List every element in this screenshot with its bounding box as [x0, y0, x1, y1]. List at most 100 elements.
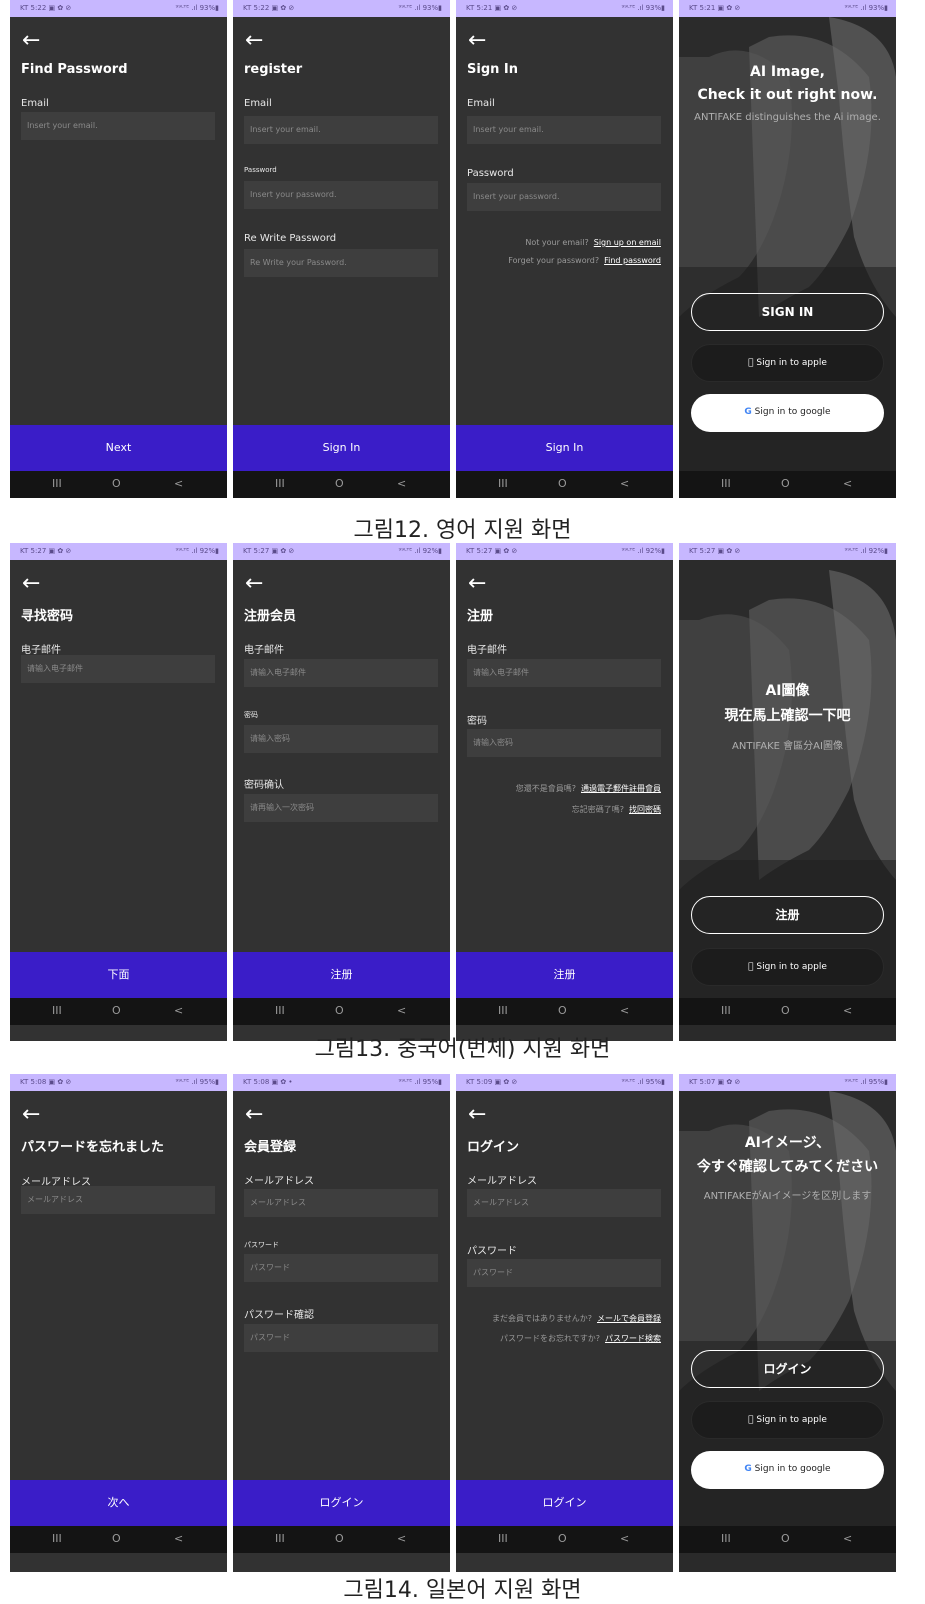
confirm-password-input[interactable]: 请再输入一次密码 [244, 794, 438, 822]
home-icon[interactable]: O [558, 477, 567, 490]
find-password-link[interactable]: Find password [604, 256, 661, 265]
email-input[interactable]: メールアドレス [244, 1189, 438, 1217]
sign-in-google-button[interactable]: G Sign in to google [691, 394, 884, 432]
sign-up-link[interactable]: メールで会員登録 [597, 1314, 661, 1323]
sign-up-link[interactable]: 通過電子郵件註冊會員 [581, 784, 661, 793]
back-nav-icon[interactable]: < [397, 1532, 406, 1545]
login-button[interactable]: ログイン [691, 1350, 884, 1388]
password-input[interactable]: パスワード [467, 1259, 661, 1287]
sign-in-button[interactable]: 注册 [456, 952, 673, 998]
back-arrow-icon[interactable]: ← [468, 30, 486, 52]
home-icon[interactable]: O [112, 1532, 121, 1545]
email-input[interactable]: Insert your email. [21, 112, 215, 140]
password-input[interactable]: パスワード [244, 1254, 438, 1282]
status-battery: ⁹⁹ᴸᵀᴱ .ıl 95%▮ [844, 1078, 888, 1086]
home-icon[interactable]: O [558, 1532, 567, 1545]
phone-register: KT 5:08 ▣ ✿ • ⁹⁹ᴸᵀᴱ .ıl 95%▮ ← 会員登録 メールアド… [233, 1074, 450, 1572]
back-arrow-icon[interactable]: ← [468, 573, 486, 595]
back-arrow-icon[interactable]: ← [22, 573, 40, 595]
back-arrow-icon[interactable]: ← [245, 30, 263, 52]
home-icon[interactable]: O [335, 1532, 344, 1545]
email-input[interactable]: 请输入电子邮件 [21, 655, 215, 683]
sign-in-apple-button[interactable]:  Sign in to apple [691, 948, 884, 986]
back-arrow-icon[interactable]: ← [245, 573, 263, 595]
status-time: KT 5:09 ▣ ✿ ⊘ [466, 1078, 518, 1086]
sign-in-button[interactable]: Sign In [456, 425, 673, 471]
back-nav-icon[interactable]: < [174, 1532, 183, 1545]
back-arrow-icon[interactable]: ← [22, 1104, 40, 1126]
page-title: Find Password [21, 62, 128, 77]
system-nav-bar: III O < [233, 1526, 450, 1553]
back-nav-icon[interactable]: < [174, 477, 183, 490]
recents-icon[interactable]: III [721, 477, 731, 490]
sign-up-link[interactable]: Sign up on email [594, 238, 661, 247]
confirm-password-input[interactable]: パスワード [244, 1324, 438, 1352]
recents-icon[interactable]: III [275, 477, 285, 490]
back-nav-icon[interactable]: < [843, 1004, 852, 1017]
home-icon[interactable]: O [781, 477, 790, 490]
sign-in-apple-button[interactable]:  Sign in to apple [691, 1401, 884, 1439]
sign-in-apple-button[interactable]:  Sign in to apple [691, 344, 884, 382]
sign-in-button[interactable]: SIGN IN [691, 293, 884, 331]
password-input[interactable]: 请输入密码 [244, 725, 438, 753]
sign-in-google-button[interactable]: G Sign in to google [691, 1451, 884, 1489]
back-arrow-icon[interactable]: ← [468, 1104, 486, 1126]
recents-icon[interactable]: III [52, 1004, 62, 1017]
recents-icon[interactable]: III [721, 1004, 731, 1017]
home-icon[interactable]: O [112, 477, 121, 490]
back-nav-icon[interactable]: < [843, 477, 852, 490]
next-button[interactable]: Next [10, 425, 227, 471]
recents-icon[interactable]: III [498, 477, 508, 490]
password-label: 密码 [467, 716, 487, 727]
email-input[interactable]: 请输入电子邮件 [467, 659, 661, 687]
login-button[interactable]: ログイン [233, 1480, 450, 1526]
account-links: Not your email? Sign up on email Forget y… [508, 234, 661, 270]
page-title: Sign In [467, 62, 518, 77]
back-arrow-icon[interactable]: ← [245, 1104, 263, 1126]
home-icon[interactable]: O [112, 1004, 121, 1017]
google-button-label: Sign in to google [754, 407, 831, 417]
email-input[interactable]: メールアドレス [467, 1189, 661, 1217]
home-icon[interactable]: O [335, 477, 344, 490]
status-bar: KT 5:08 ▣ ✿ ⊘ ⁹⁹ᴸᵀᴱ .ıl 95%▮ [10, 1074, 227, 1091]
email-input[interactable]: メールアドレス [21, 1186, 215, 1214]
back-nav-icon[interactable]: < [843, 1532, 852, 1545]
back-nav-icon[interactable]: < [620, 1532, 629, 1545]
recents-icon[interactable]: III [52, 477, 62, 490]
next-button[interactable]: 下面 [10, 952, 227, 998]
back-nav-icon[interactable]: < [174, 1004, 183, 1017]
next-button[interactable]: 次へ [10, 1480, 227, 1526]
email-input[interactable]: Insert your email. [467, 116, 661, 144]
email-input[interactable]: 请输入电子邮件 [244, 659, 438, 687]
register-button[interactable]: 注册 [233, 952, 450, 998]
home-icon[interactable]: O [781, 1004, 790, 1017]
login-button[interactable]: ログイン [456, 1480, 673, 1526]
back-nav-icon[interactable]: < [397, 1004, 406, 1017]
password-input[interactable]: 请输入密码 [467, 729, 661, 757]
back-nav-icon[interactable]: < [620, 477, 629, 490]
back-nav-icon[interactable]: < [397, 477, 406, 490]
status-time: KT 5:27 ▣ ✿ ⊘ [20, 547, 72, 555]
sign-in-button[interactable]: 注册 [691, 896, 884, 934]
home-icon[interactable]: O [335, 1004, 344, 1017]
password-input[interactable]: Insert your password. [467, 183, 661, 211]
find-password-link[interactable]: パスワード検索 [605, 1334, 661, 1343]
password-input[interactable]: Insert your password. [244, 181, 438, 209]
home-icon[interactable]: O [781, 1532, 790, 1545]
faces-background-image [679, 560, 896, 1014]
sign-in-button[interactable]: Sign In [233, 425, 450, 471]
recents-icon[interactable]: III [275, 1004, 285, 1017]
recents-icon[interactable]: III [275, 1532, 285, 1545]
recents-icon[interactable]: III [498, 1004, 508, 1017]
recents-icon[interactable]: III [52, 1532, 62, 1545]
home-icon[interactable]: O [558, 1004, 567, 1017]
status-time: KT 5:27 ▣ ✿ ⊘ [466, 547, 518, 555]
status-time: KT 5:08 ▣ ✿ • [243, 1078, 293, 1086]
recents-icon[interactable]: III [721, 1532, 731, 1545]
find-password-link[interactable]: 找回密碼 [629, 805, 661, 814]
recents-icon[interactable]: III [498, 1532, 508, 1545]
back-arrow-icon[interactable]: ← [22, 30, 40, 52]
back-nav-icon[interactable]: < [620, 1004, 629, 1017]
rewrite-password-input[interactable]: Re Write your Password. [244, 249, 438, 277]
email-input[interactable]: Insert your email. [244, 116, 438, 144]
